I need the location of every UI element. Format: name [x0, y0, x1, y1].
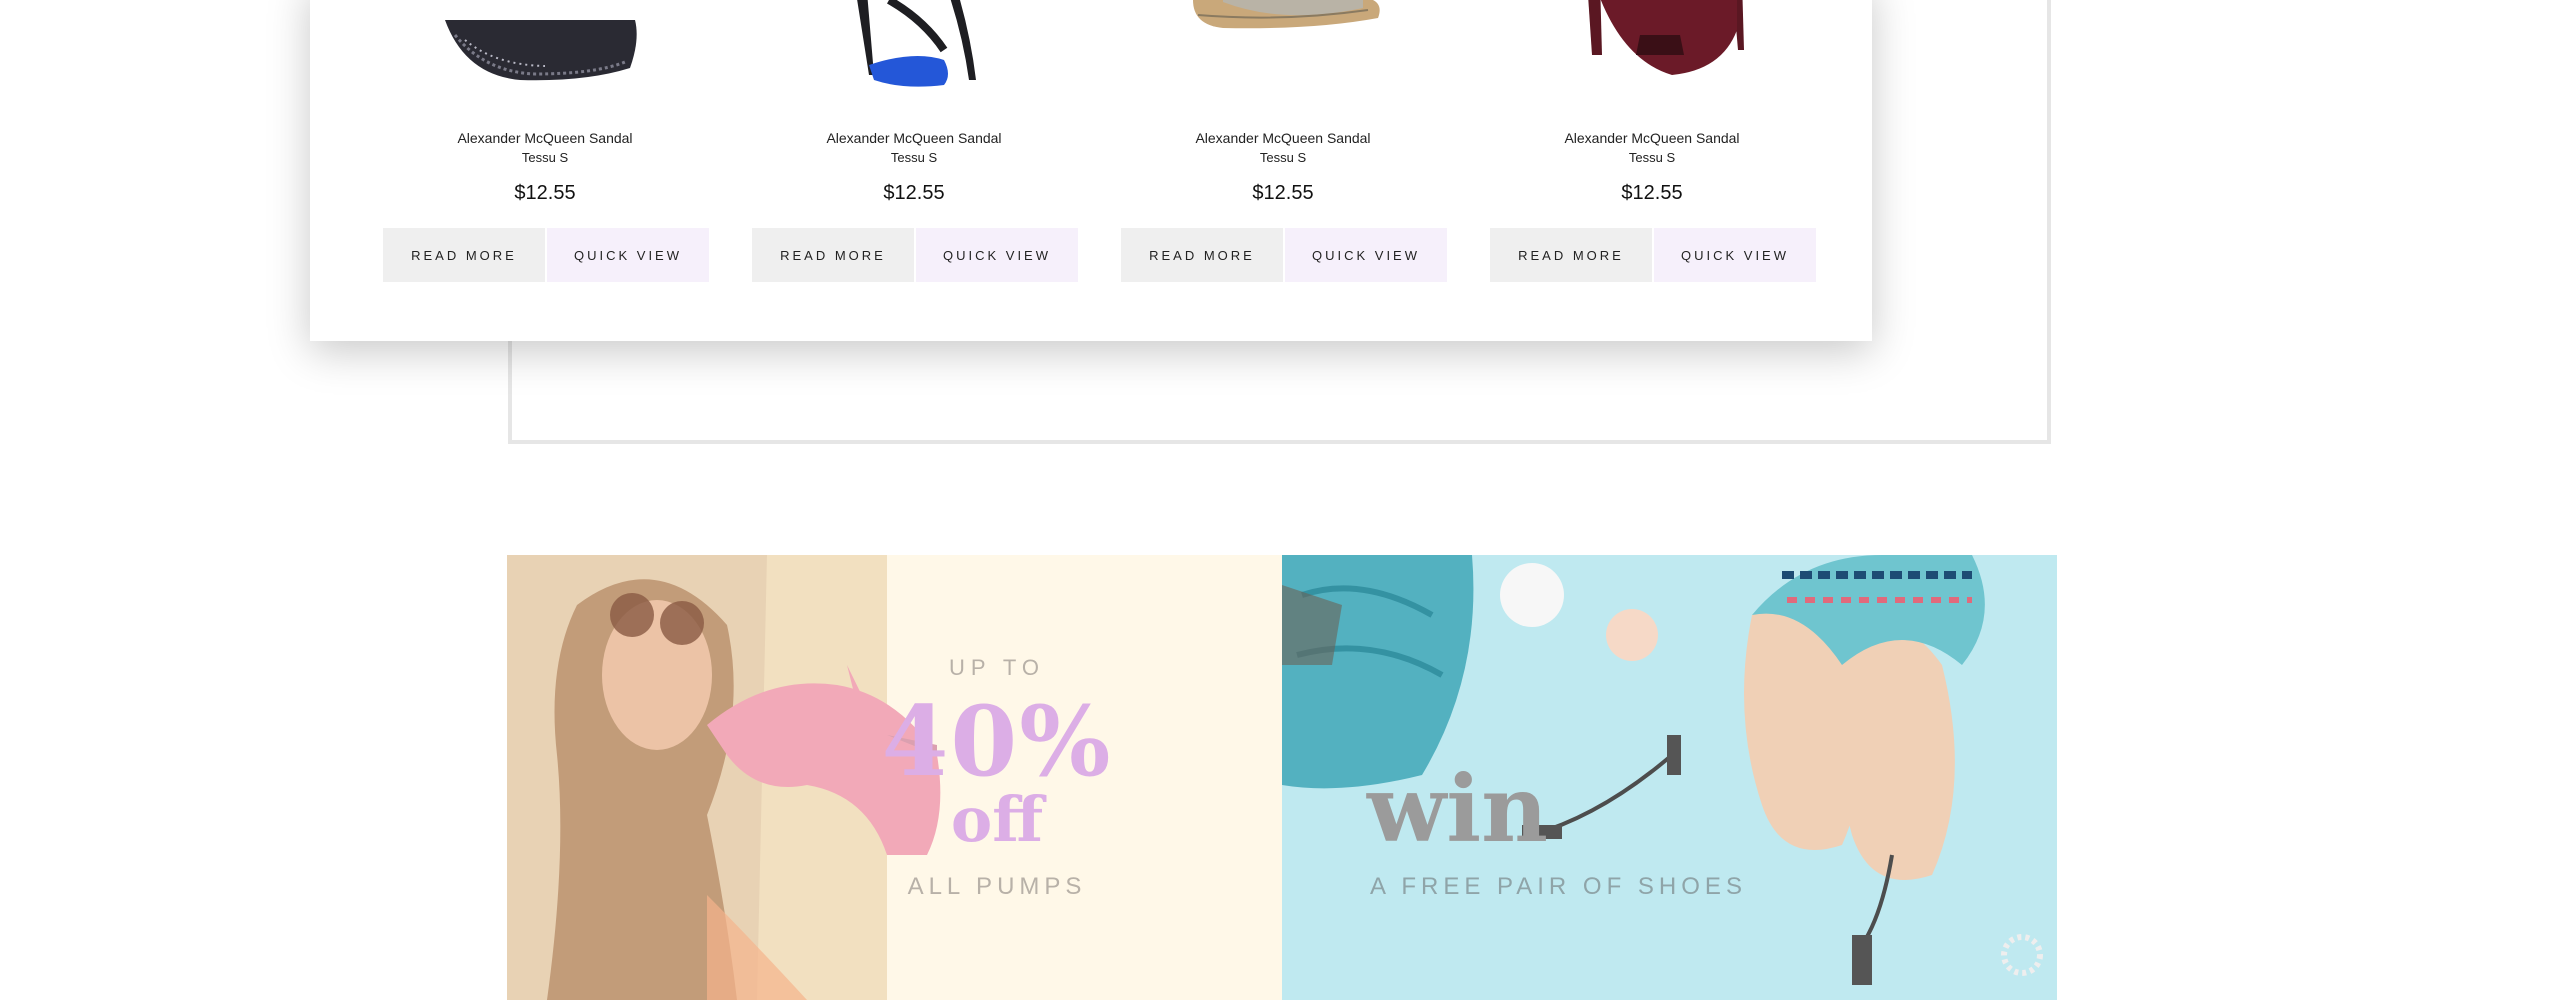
promo-subtitle: ALL PUMPS	[907, 873, 1087, 900]
promo-banner-win[interactable]: win A FREE PAIR OF SHOES	[1282, 555, 2057, 1000]
product-name[interactable]: Alexander McQueen Sandal	[1482, 130, 1822, 146]
product-item: Alexander McQueen Sandal Tessu S $12.55 …	[744, 0, 1084, 341]
quick-view-button[interactable]: QUICK VIEW	[916, 228, 1078, 282]
product-image-shoe[interactable]	[425, 0, 665, 105]
read-more-button[interactable]: READ MORE	[1490, 228, 1652, 282]
product-item: Alexander McQueen Sandal Tessu S $12.55 …	[375, 0, 715, 341]
product-name[interactable]: Alexander McQueen Sandal	[375, 130, 715, 146]
product-variant: Tessu S	[890, 150, 938, 165]
product-item: Alexander McQueen Sandal Tessu S $12.55 …	[1113, 0, 1453, 341]
promo-win-title: win	[1367, 755, 1549, 863]
product-variant: Tessu S	[1628, 150, 1676, 165]
read-more-button[interactable]: READ MORE	[1121, 228, 1283, 282]
promo-win-subtitle: A FREE PAIR OF SHOES	[1370, 873, 1747, 900]
product-variant: Tessu S	[1259, 150, 1307, 165]
quick-view-button[interactable]: QUICK VIEW	[547, 228, 709, 282]
product-price: $12.55	[883, 182, 945, 204]
promo-discount: 40%	[881, 685, 1113, 798]
product-carousel: Alexander McQueen Sandal Tessu S $12.55 …	[310, 0, 1872, 341]
promo-off-label: off	[950, 783, 1044, 856]
product-image-shoe[interactable]	[1532, 0, 1772, 105]
product-price: $12.55	[1621, 182, 1683, 204]
read-more-button[interactable]: READ MORE	[383, 228, 545, 282]
quick-view-button[interactable]: QUICK VIEW	[1654, 228, 1816, 282]
product-image-shoe[interactable]	[794, 0, 1034, 105]
quick-view-button[interactable]: QUICK VIEW	[1285, 228, 1447, 282]
product-name[interactable]: Alexander McQueen Sandal	[1113, 130, 1453, 146]
product-image-shoe[interactable]	[1163, 0, 1403, 105]
product-price: $12.55	[514, 182, 576, 204]
product-name[interactable]: Alexander McQueen Sandal	[744, 130, 1084, 146]
promo-upto-label: UP TO	[948, 655, 1046, 680]
product-variant: Tessu S	[521, 150, 569, 165]
read-more-button[interactable]: READ MORE	[752, 228, 914, 282]
product-price: $12.55	[1252, 182, 1314, 204]
product-item: Alexander McQueen Sandal Tessu S $12.55 …	[1482, 0, 1822, 341]
promo-banner-pumps[interactable]: UP TO 40% off ALL PUMPS	[507, 555, 1282, 1000]
